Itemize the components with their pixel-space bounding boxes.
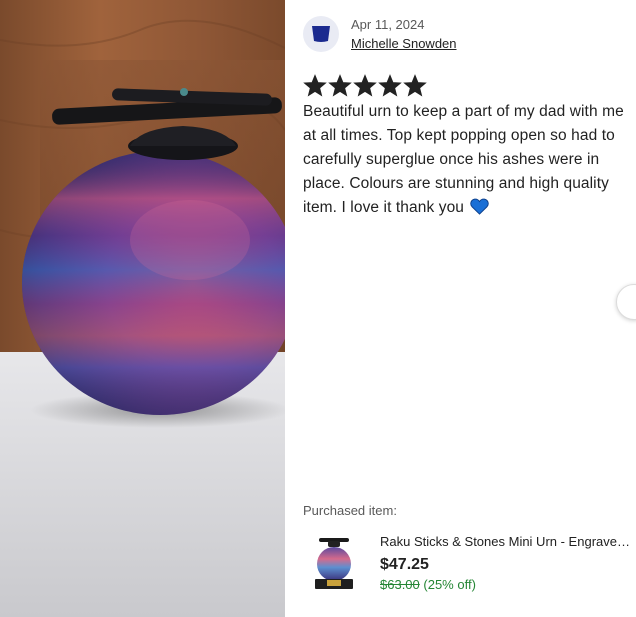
star-icon [403, 74, 427, 97]
urn-thumbnail-image [315, 538, 353, 589]
reviewer-avatar[interactable] [303, 16, 339, 52]
avatar-shape-icon [312, 26, 330, 42]
purchased-item-discount: $63.00 (25% off) [380, 577, 476, 592]
urn-photo-image [0, 0, 285, 617]
next-review-button[interactable] [616, 284, 636, 320]
review-date: Apr 11, 2024 [351, 17, 425, 32]
star-icon [353, 74, 377, 97]
purchased-item-title-link[interactable]: Raku Sticks & Stones Mini Urn - Engraved… [380, 534, 636, 549]
star-icon [328, 74, 352, 97]
purchased-item-thumbnail[interactable] [311, 536, 357, 592]
star-icon [303, 74, 327, 97]
blue-heart-icon [470, 198, 490, 215]
purchased-item-label: Purchased item: [303, 503, 397, 518]
review-photo[interactable] [0, 0, 285, 617]
star-icon [378, 74, 402, 97]
review-text: Beautiful urn to keep a part of my dad w… [303, 100, 636, 220]
discount-percent: (25% off) [423, 577, 476, 592]
review-panel: Apr 11, 2024 Michelle Snowden Beautiful … [285, 0, 636, 617]
reviewer-name-link[interactable]: Michelle Snowden [351, 36, 457, 51]
star-rating [303, 74, 427, 98]
purchased-item-price: $47.25 [380, 556, 429, 573]
review-body: Beautiful urn to keep a part of my dad w… [303, 103, 624, 216]
original-price: $63.00 [380, 577, 420, 592]
